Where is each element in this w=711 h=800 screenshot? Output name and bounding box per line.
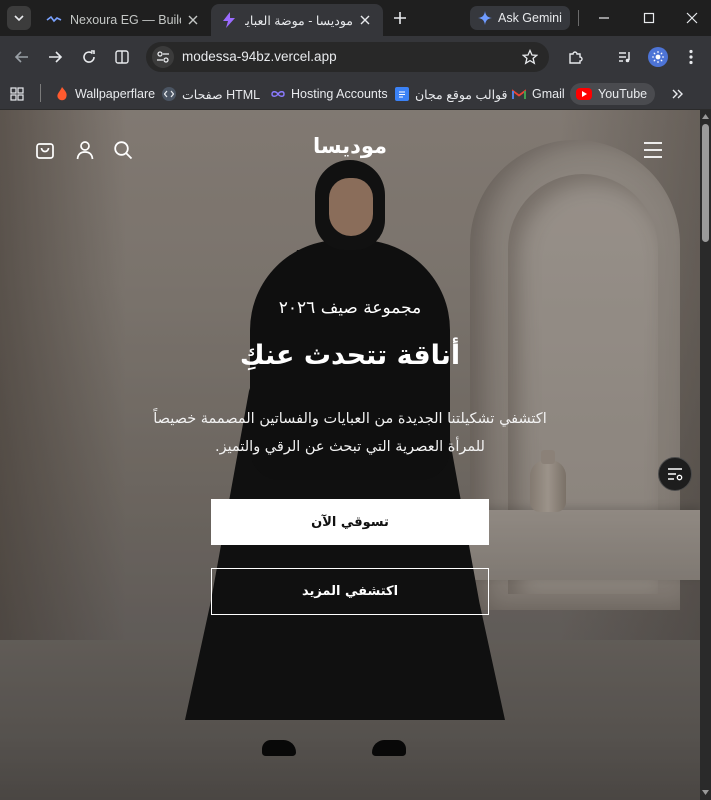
chevron-down-icon — [14, 15, 24, 22]
arrow-right-icon — [49, 51, 63, 63]
wallpaperflare-icon — [55, 87, 69, 101]
site-header: موديسا — [0, 110, 700, 186]
apps-grid-icon — [10, 87, 24, 101]
infinity-icon — [271, 87, 285, 101]
close-window-button[interactable] — [680, 6, 704, 30]
bookmark-wallpaperflare[interactable]: Wallpaperflare — [55, 83, 155, 105]
divider — [40, 84, 41, 102]
caret-down-icon — [702, 789, 709, 795]
hero-description: اكتشفي تشكيلتنا الجديدة من العبايات والف… — [60, 405, 640, 461]
url-text[interactable]: modessa-94bz.vercel.app — [182, 49, 337, 64]
scroll-up-arrow[interactable] — [701, 112, 710, 120]
shopping-bag-icon — [36, 143, 54, 159]
scrollbar-thumb[interactable] — [702, 124, 709, 242]
hero-description-line: اكتشفي تشكيلتنا الجديدة من العبايات والف… — [153, 411, 547, 427]
bookmark-label: صفحات HTML — [182, 87, 261, 102]
gemini-sparkle-icon — [478, 11, 492, 25]
site-logo[interactable]: موديسا — [250, 134, 450, 158]
browser-toolbar: modessa-94bz.vercel.app — [0, 36, 711, 78]
ask-gemini-button[interactable]: Ask Gemini — [470, 6, 570, 30]
minimize-icon — [599, 17, 609, 19]
hero-description-line: للمرأة العصرية التي تبحث عن الرقي والتمي… — [215, 439, 485, 455]
bookmark-youtube[interactable]: YouTube — [570, 83, 656, 105]
arrow-left-icon — [14, 51, 28, 63]
double-chevron-right-icon — [672, 89, 683, 99]
tab-nexoura[interactable]: Nexoura EG — Buildin — [36, 4, 211, 36]
profile-avatar[interactable] — [648, 47, 668, 67]
shop-now-button[interactable]: تسوقي الآن — [211, 499, 489, 545]
sun-icon — [652, 51, 664, 63]
bookmarks-bar: Wallpaperflare صفحات HTML Hosting Accoun… — [0, 78, 711, 110]
more-bookmarks-button[interactable] — [672, 83, 684, 105]
close-icon — [686, 12, 698, 24]
new-tab-button[interactable] — [390, 8, 410, 28]
discover-more-button[interactable]: اكتشفي المزيد — [211, 568, 489, 615]
tab-modessa[interactable]: موديسا - موضة العبايات — [211, 4, 383, 36]
star-icon — [522, 49, 538, 65]
bookmark-star-button[interactable] — [521, 48, 539, 66]
bookmark-label: Gmail — [532, 87, 565, 101]
sort-list-icon — [668, 468, 683, 481]
address-bar[interactable]: modessa-94bz.vercel.app — [146, 42, 549, 72]
extensions-button[interactable] — [564, 46, 586, 68]
floating-filter-button[interactable] — [658, 457, 692, 491]
lightning-favicon-icon — [221, 12, 237, 28]
bookmark-hosting-accounts[interactable]: Hosting Accounts — [271, 83, 388, 105]
site-info-button[interactable] — [152, 46, 174, 68]
code-icon — [162, 87, 176, 101]
bookmark-html-pages[interactable]: صفحات HTML — [162, 83, 260, 105]
search-icon — [114, 141, 133, 160]
maximize-button[interactable] — [637, 6, 661, 30]
tab-strip: Nexoura EG — Buildin موديسا - موضة العبا… — [0, 0, 711, 36]
reload-button[interactable] — [78, 46, 100, 68]
account-button[interactable] — [73, 138, 97, 162]
user-icon — [76, 141, 94, 160]
bookmark-label: YouTube — [598, 87, 648, 101]
divider — [578, 10, 579, 26]
bookmark-label: Wallpaperflare — [75, 87, 156, 101]
search-button[interactable] — [111, 138, 135, 162]
browser-menu-button[interactable] — [680, 46, 702, 68]
close-icon[interactable] — [357, 12, 373, 28]
tab-search-button[interactable] — [7, 6, 31, 30]
hero-subtitle: مجموعة صيف ٢٠٢٦ — [278, 298, 422, 318]
media-controls-button[interactable] — [614, 46, 636, 68]
more-vertical-icon — [689, 49, 693, 65]
plus-icon — [394, 12, 406, 24]
tab-title: موديسا - موضة العبايات — [245, 13, 353, 28]
puzzle-icon — [569, 51, 583, 64]
back-button[interactable] — [11, 46, 33, 68]
bookmark-free-templates[interactable]: قوالب موقع مجان — [395, 83, 507, 105]
split-view-button[interactable] — [111, 46, 133, 68]
maximize-icon — [643, 12, 655, 24]
tab-title: Nexoura EG — Buildin — [70, 13, 181, 27]
bookmark-gmail[interactable]: Gmail — [512, 83, 565, 105]
nexoura-favicon-icon — [46, 12, 62, 28]
docs-icon — [395, 87, 409, 101]
forward-button[interactable] — [44, 46, 66, 68]
cart-button[interactable] — [33, 138, 57, 162]
apps-button[interactable] — [10, 83, 24, 105]
bookmark-label: Hosting Accounts — [291, 87, 388, 101]
reload-icon — [83, 50, 95, 63]
bookmark-label: قوالب موقع مجان — [415, 87, 508, 102]
music-queue-icon — [619, 52, 630, 63]
caret-up-icon — [702, 113, 709, 119]
minimize-button[interactable] — [592, 6, 616, 30]
hamburger-menu-icon — [644, 142, 662, 158]
gmail-icon — [512, 87, 526, 101]
tune-icon — [157, 51, 169, 63]
split-view-icon — [115, 50, 129, 64]
hero-title: أناقة تتحدث عنكِ — [239, 340, 461, 371]
scroll-down-arrow[interactable] — [701, 788, 710, 796]
close-icon[interactable] — [185, 12, 201, 28]
ask-gemini-label: Ask Gemini — [498, 11, 562, 25]
youtube-icon — [576, 88, 592, 100]
menu-button[interactable] — [641, 138, 665, 162]
